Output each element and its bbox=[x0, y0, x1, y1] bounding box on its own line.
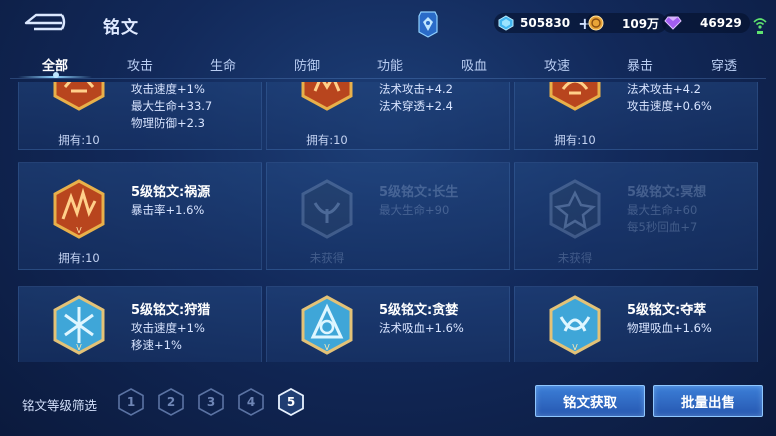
inscription-name: 5级铭文:冥想 bbox=[627, 185, 707, 200]
inscription-stat: 最大生命+33.7 bbox=[131, 99, 213, 113]
owned-count: 拥有:10 bbox=[58, 133, 100, 147]
inscription-name: 5级铭文:夺萃 bbox=[627, 303, 707, 318]
tab-utility[interactable]: 功能 bbox=[354, 50, 426, 78]
diamond-currency[interactable]: 505830 + bbox=[494, 13, 600, 33]
inscription-stat: 最大生命+90 bbox=[379, 203, 450, 217]
page-title: 铭文 bbox=[103, 18, 139, 38]
inscription-stat: 攻击速度+1% bbox=[131, 321, 205, 335]
owned-count: 拥有:10 bbox=[306, 133, 348, 147]
tab-divider bbox=[10, 78, 766, 79]
active-tab-dot bbox=[53, 72, 59, 78]
red-inscription-icon bbox=[301, 82, 353, 111]
gem-icon bbox=[664, 16, 682, 30]
inscription-stat: 最大生命+60 bbox=[627, 203, 698, 217]
owned-count: 拥有:10 bbox=[554, 133, 596, 147]
red-inscription-icon bbox=[53, 82, 105, 111]
inscription-stat: 法术攻击+4.2 bbox=[379, 82, 453, 96]
level-number: 1 bbox=[126, 395, 136, 409]
diamond-icon bbox=[498, 15, 514, 31]
inscription-card[interactable]: V 5级铭文:夺萃 物理吸血+1.6% bbox=[514, 286, 758, 362]
gem-currency: 46929 bbox=[662, 13, 750, 33]
inscription-name: 5级铭文:狩猎 bbox=[131, 303, 211, 318]
inscription-stat: 物理防御+2.3 bbox=[131, 116, 205, 130]
gem-amount: 46929 bbox=[700, 16, 742, 30]
inscription-card[interactable]: 攻击速度+1% 最大生命+33.7 物理防御+2.3 拥有:10 bbox=[18, 82, 262, 150]
svg-text:V: V bbox=[76, 226, 82, 235]
tab-attack[interactable]: 攻击 bbox=[104, 50, 176, 78]
level-filter-2[interactable]: 2 bbox=[158, 388, 184, 416]
red-inscription-icon: V bbox=[53, 179, 105, 239]
owned-status: 未获得 bbox=[557, 251, 593, 265]
owned-count: 拥有:10 bbox=[58, 251, 100, 265]
back-button[interactable] bbox=[22, 10, 66, 34]
tab-health[interactable]: 生命 bbox=[187, 50, 259, 78]
level-number: 4 bbox=[246, 395, 256, 409]
inscription-card[interactable]: V 5级铭文:祸源 暴击率+1.6% 拥有:10 bbox=[18, 162, 262, 270]
blue-inscription-icon: V bbox=[301, 295, 353, 355]
inscription-stat: 每5秒回血+7 bbox=[627, 220, 698, 234]
blue-inscription-icon: V bbox=[53, 295, 105, 355]
inscription-stat: 物理吸血+1.6% bbox=[627, 321, 712, 335]
inscription-card[interactable]: 法术攻击+4.2 法术穿透+2.4 拥有:10 bbox=[266, 82, 510, 150]
inscription-stat: 法术攻击+4.2 bbox=[627, 82, 701, 96]
inscription-stat: 攻击速度+0.6% bbox=[627, 99, 712, 113]
inscription-name: 5级铭文:长生 bbox=[379, 185, 459, 200]
inscription-name: 5级铭文:祸源 bbox=[131, 185, 211, 200]
tab-penetration[interactable]: 穿透 bbox=[688, 50, 760, 78]
level-filter-1[interactable]: 1 bbox=[118, 388, 144, 416]
diamond-amount: 505830 bbox=[520, 16, 571, 30]
svg-text:V: V bbox=[572, 343, 578, 352]
tab-crit[interactable]: 暴击 bbox=[604, 50, 676, 78]
level-filter-label: 铭文等级筛选 bbox=[22, 398, 98, 413]
inscription-stat: 法术吸血+1.6% bbox=[379, 321, 464, 335]
red-inscription-icon bbox=[549, 82, 601, 111]
level-number: 3 bbox=[206, 395, 216, 409]
level-filter-5[interactable]: 5 bbox=[278, 387, 304, 417]
gray-inscription-icon bbox=[301, 179, 353, 239]
tab-attack-speed[interactable]: 攻速 bbox=[521, 50, 593, 78]
svg-text:V: V bbox=[324, 343, 330, 352]
tab-lifesteal[interactable]: 吸血 bbox=[438, 50, 510, 78]
inscription-card[interactable]: V 5级铭文:贪婪 法术吸血+1.6% bbox=[266, 286, 510, 362]
codex-card-icon[interactable] bbox=[418, 10, 438, 38]
level-filter-4[interactable]: 4 bbox=[238, 388, 264, 416]
inscription-stat: 攻击速度+1% bbox=[131, 82, 205, 96]
level-number: 5 bbox=[286, 395, 296, 409]
inscription-grid: 攻击速度+1% 最大生命+33.7 物理防御+2.3 拥有:10 法术攻击+4.… bbox=[18, 82, 758, 362]
gold-currency: 109万 bbox=[586, 13, 668, 33]
level-number: 2 bbox=[166, 395, 176, 409]
inscription-stat: 法术穿透+2.4 bbox=[379, 99, 453, 113]
back-arrow-icon bbox=[24, 13, 66, 31]
bulk-sell-button[interactable]: 批量出售 bbox=[653, 385, 763, 417]
top-bar: 铭文 505830 + 109万 46929 bbox=[0, 0, 776, 46]
obtain-inscription-button[interactable]: 铭文获取 bbox=[535, 385, 645, 417]
gold-coin-icon bbox=[588, 15, 604, 31]
owned-status: 未获得 bbox=[309, 251, 345, 265]
svg-text:V: V bbox=[76, 343, 82, 352]
inscription-card[interactable]: 法术攻击+4.2 攻击速度+0.6% 拥有:10 bbox=[514, 82, 758, 150]
wifi-signal-icon bbox=[753, 18, 767, 34]
inscription-stat: 移速+1% bbox=[131, 338, 182, 352]
inscription-stat: 暴击率+1.6% bbox=[131, 203, 205, 217]
category-tabs: 全部 攻击 生命 防御 功能 吸血 攻速 暴击 穿透 bbox=[0, 50, 776, 78]
inscription-card[interactable]: 5级铭文:冥想 最大生命+60 每5秒回血+7 未获得 bbox=[514, 162, 758, 270]
gold-amount: 109万 bbox=[622, 16, 660, 31]
inscription-name: 5级铭文:贪婪 bbox=[379, 303, 459, 318]
inscription-card[interactable]: 5级铭文:长生 最大生命+90 未获得 bbox=[266, 162, 510, 270]
gray-inscription-icon bbox=[549, 179, 601, 239]
tab-defense[interactable]: 防御 bbox=[271, 50, 343, 78]
level-filter-3[interactable]: 3 bbox=[198, 388, 224, 416]
inscription-card[interactable]: V 5级铭文:狩猎 攻击速度+1% 移速+1% bbox=[18, 286, 262, 362]
blue-inscription-icon: V bbox=[549, 295, 601, 355]
